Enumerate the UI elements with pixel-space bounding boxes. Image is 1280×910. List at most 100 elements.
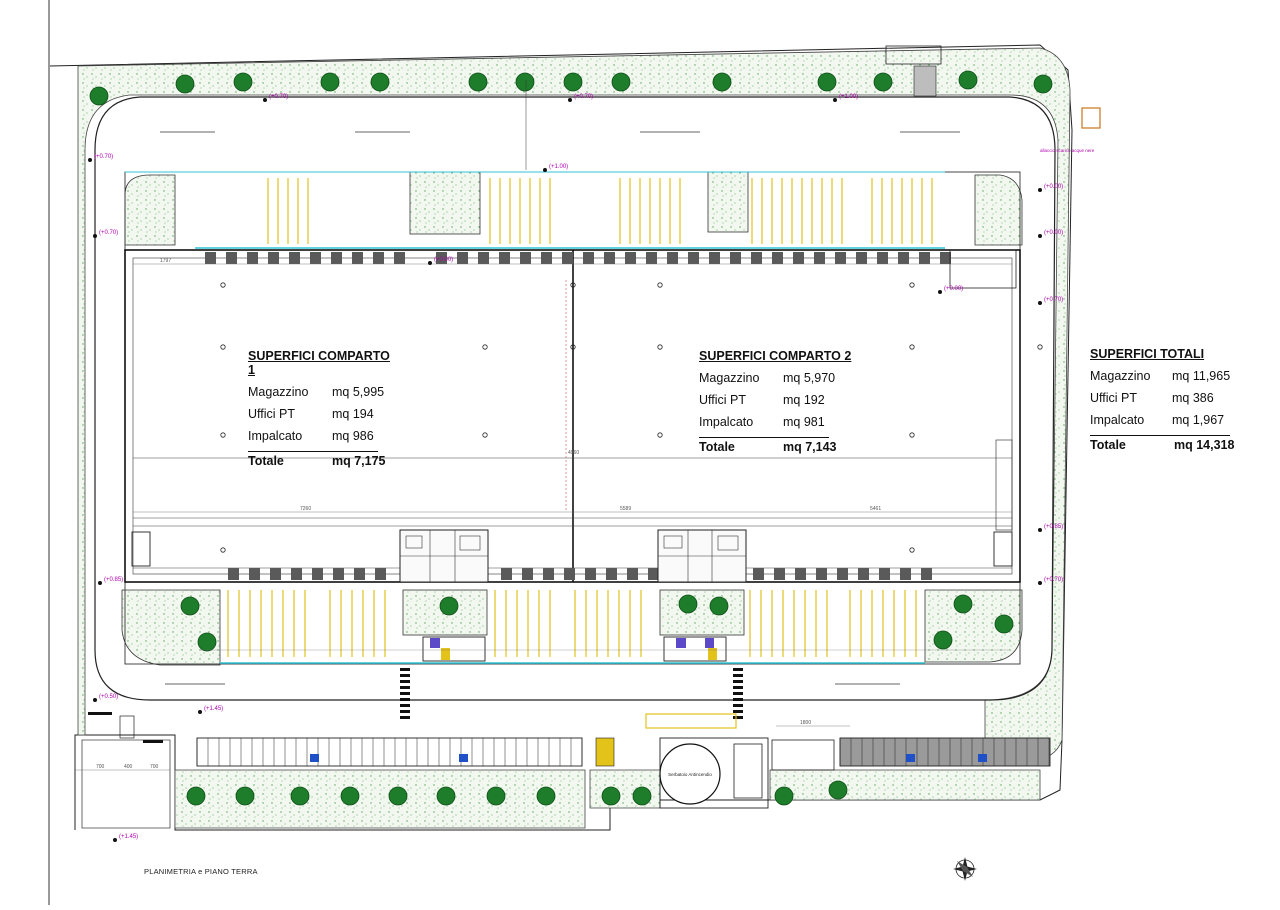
dim-700b: 700 xyxy=(150,764,159,770)
elevation-marker xyxy=(1038,301,1042,305)
tree-icon xyxy=(290,786,310,806)
elevation-label: (+0.85) xyxy=(1044,524,1063,530)
elevation-marker xyxy=(1038,581,1042,585)
dock-door xyxy=(921,568,932,580)
elevation-label: (+1.00) xyxy=(839,94,858,100)
elevation-marker xyxy=(93,234,97,238)
elevation-label: (+0.70) xyxy=(94,154,113,160)
dock-door xyxy=(751,252,762,264)
dock-door xyxy=(226,252,237,264)
dock-door xyxy=(310,252,321,264)
crossing-stripe xyxy=(733,692,743,695)
tree-icon xyxy=(1033,74,1053,94)
tree-icon xyxy=(873,72,893,92)
elevation-marker xyxy=(833,98,837,102)
tree-icon xyxy=(197,632,217,652)
dock-door xyxy=(583,252,594,264)
green-area-bottom-right xyxy=(589,769,661,809)
tree-icon xyxy=(611,72,631,92)
dock-door xyxy=(709,252,720,264)
elevation-marker xyxy=(113,838,117,842)
dock-door xyxy=(688,252,699,264)
dock-door xyxy=(291,568,302,580)
tree-icon xyxy=(536,786,556,806)
tree-icon xyxy=(370,72,390,92)
crossing-stripe xyxy=(400,674,410,677)
dock-door xyxy=(625,252,636,264)
crossing-stripe xyxy=(733,704,743,707)
crossing-stripe xyxy=(733,680,743,683)
north-arrow-icon xyxy=(953,857,977,881)
crossing-stripe xyxy=(733,716,743,719)
dim-far: 5461 xyxy=(870,506,881,512)
tree-icon xyxy=(89,86,109,106)
dock-door xyxy=(940,252,951,264)
tree-icon xyxy=(632,786,652,806)
tree-icon xyxy=(958,70,978,90)
dock-door xyxy=(646,252,657,264)
dock-door xyxy=(816,568,827,580)
green-court-top-1 xyxy=(409,171,481,235)
dock-door xyxy=(478,252,489,264)
table-heading: SUPERFICI COMPARTO 1 xyxy=(248,349,390,377)
tree-icon xyxy=(186,786,206,806)
tree-icon xyxy=(515,72,535,92)
tree-icon xyxy=(933,630,953,650)
tree-icon xyxy=(439,596,459,616)
dock-door xyxy=(604,252,615,264)
dock-door xyxy=(774,568,785,580)
dock-door xyxy=(562,252,573,264)
elevation-marker xyxy=(198,710,202,714)
green-corner-bl xyxy=(121,589,221,666)
elevation-marker xyxy=(568,98,572,102)
elevation-marker xyxy=(1038,188,1042,192)
tree-icon xyxy=(994,614,1014,634)
dock-door xyxy=(795,568,806,580)
tree-icon xyxy=(486,786,506,806)
elevation-label: (+0.85) xyxy=(104,577,123,583)
dock-door xyxy=(856,252,867,264)
tree-icon xyxy=(709,596,729,616)
dock-door xyxy=(648,568,659,580)
elevation-label: (+0.70) xyxy=(1044,297,1063,303)
crossing-stripe xyxy=(733,668,743,671)
tree-icon xyxy=(320,72,340,92)
tree-icon xyxy=(817,72,837,92)
dock-door xyxy=(564,568,575,580)
tree-icon xyxy=(468,72,488,92)
dock-door xyxy=(331,252,342,264)
elevation-marker xyxy=(98,581,102,585)
dim-bottom: 1800 xyxy=(800,720,811,726)
dock-door xyxy=(249,568,260,580)
dock-door xyxy=(520,252,531,264)
tree-icon xyxy=(175,74,195,94)
tree-icon xyxy=(712,72,732,92)
car-park-bottom xyxy=(196,713,1051,767)
dock-door xyxy=(228,568,239,580)
dock-door xyxy=(877,252,888,264)
tank-label: Serbatoio Antincendio xyxy=(668,772,712,777)
dim-700a: 700 xyxy=(96,764,105,770)
column xyxy=(1037,344,1043,350)
dim-right: 5589 xyxy=(620,506,631,512)
dock-door xyxy=(354,568,365,580)
elevation-label: (+0.50) xyxy=(99,694,118,700)
elevation-marker xyxy=(428,261,432,265)
crossing-stripe xyxy=(400,710,410,713)
table-heading: SUPERFICI COMPARTO 2 xyxy=(699,349,852,363)
dock-door xyxy=(898,252,909,264)
table-comparto-1: SUPERFICI COMPARTO 1 Magazzino mq 5,995 U… xyxy=(248,349,398,476)
green-court-top-2 xyxy=(707,171,749,233)
dock-door xyxy=(375,568,386,580)
green-area-bottom-far-right xyxy=(769,769,1041,801)
elevation-label: (+0.70) xyxy=(99,230,118,236)
dock-door xyxy=(541,252,552,264)
dock-door xyxy=(394,252,405,264)
dim-mid: 4960 xyxy=(568,450,579,456)
loading-yard-top xyxy=(124,171,1021,251)
elevation-marker xyxy=(543,168,547,172)
site-plan-svg: Serbatoio Antincendio allaccio scarico a… xyxy=(48,0,1101,905)
tree-icon xyxy=(233,72,253,92)
crossing-stripe xyxy=(733,698,743,701)
elevation-label: (+0.70) xyxy=(574,94,593,100)
